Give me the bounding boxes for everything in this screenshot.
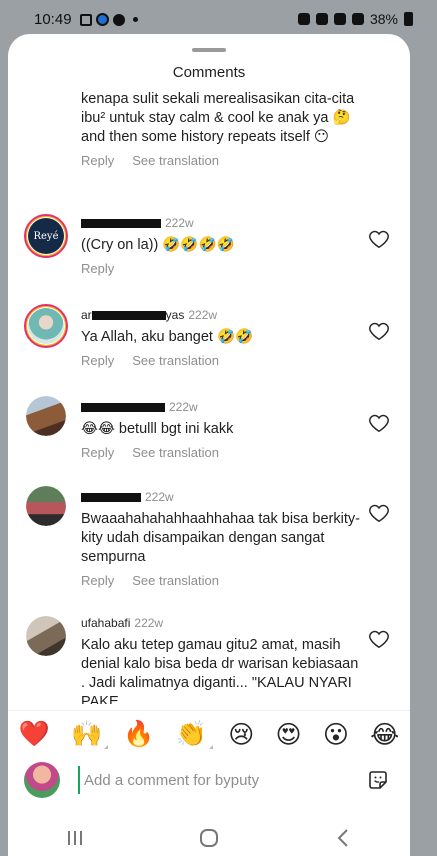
battery-icon (404, 12, 413, 26)
redacted-username (91, 311, 166, 321)
comment-time: 222w (169, 400, 198, 414)
comment-time: 222w (165, 216, 194, 230)
reaction-surprised[interactable]: 😮 (323, 720, 349, 750)
reply-button[interactable]: Reply (81, 353, 114, 368)
reaction-heart[interactable]: ❤️ (19, 720, 50, 749)
wifi-icon (333, 13, 346, 25)
comment-body: kenapa sulit sekali merealisasikan cita-… (81, 92, 361, 168)
comment-text: kenapa sulit sekali merealisasikan cita-… (81, 92, 355, 145)
sheet-title: Comments (172, 64, 246, 81)
home-button[interactable] (189, 826, 229, 850)
comment-username[interactable]: 222w (81, 216, 361, 232)
reaction-laughing[interactable]: 😂 (370, 720, 399, 750)
reply-button[interactable]: Reply (81, 261, 114, 276)
see-translation-button[interactable]: See translation (132, 445, 219, 460)
comment-body: ufahabafi 222w Kalo aku tetep gamau gitu2… (81, 616, 361, 704)
comment-username[interactable]: ar yas 222w (81, 308, 361, 324)
avatar[interactable] (26, 396, 66, 436)
my-avatar (24, 762, 60, 798)
reaction-heart-eyes[interactable]: 😍 (276, 720, 302, 750)
comment-input[interactable] (78, 766, 338, 794)
home-icon (200, 829, 218, 847)
comment-composer (8, 760, 410, 800)
heart-outline-icon[interactable] (368, 502, 390, 524)
comment-time: 222w (145, 490, 174, 504)
comment-username[interactable]: ufahabafi 222w (81, 616, 361, 632)
comments-sheet: Comments kenapa sulit sekali merealisasi… (8, 34, 410, 856)
reaction-fire[interactable]: 🔥 (123, 720, 154, 749)
comment-body: 222w 😂😂 betulll bgt ini kakk Reply See t… (81, 400, 361, 460)
redacted-username (81, 403, 165, 413)
battery-percentage: 38% (369, 11, 398, 27)
reaction-raised-hands[interactable]: 🙌 (71, 720, 109, 749)
comment-username-text: ufahabafi (81, 616, 131, 630)
reaction-clap[interactable]: 👏 (175, 720, 213, 749)
system-navigation-bar (8, 820, 410, 856)
comment-actions: Reply See translation (81, 353, 361, 368)
reply-button[interactable]: Reply (81, 153, 114, 168)
reaction-clap-glyph: 👏 (175, 720, 207, 748)
status-notification-icons (80, 13, 138, 26)
quick-reaction-bar: ❤️ 🙌 🔥 👏 😢 😍 😮 😂 (8, 710, 410, 758)
heart-outline-icon[interactable] (368, 320, 390, 342)
signal-icon (351, 13, 364, 25)
recent-apps-icon (68, 831, 82, 845)
comment-username[interactable]: 222w (81, 490, 361, 506)
comment-body: 222w Bwaaahahahahhaahhahaa tak bisa berk… (81, 490, 361, 588)
comment-text: Bwaaahahahahhaahhahaa tak bisa berkity-k… (81, 511, 360, 565)
reply-button[interactable]: Reply (81, 573, 114, 588)
comment-actions: Reply See translation (81, 153, 361, 168)
comment-actions: Reply (81, 261, 361, 276)
comment-body: 222w ((Cry on la)) 🤣🤣🤣🤣 Reply (81, 216, 361, 276)
redacted-username (81, 219, 161, 229)
gallery-notification-icon (80, 13, 92, 26)
messenger-notification-icon (96, 13, 109, 26)
see-translation-button[interactable]: See translation (132, 153, 219, 168)
reaction-crying[interactable]: 😢 (228, 720, 254, 750)
see-translation-button[interactable]: See translation (132, 573, 219, 588)
username-suffix: yas (165, 308, 185, 322)
comment-text: 😂😂 betulll bgt ini kakk (81, 421, 234, 437)
comment-time: 222w (134, 616, 164, 630)
skin-tone-indicator-icon (104, 745, 109, 749)
comment-list[interactable]: kenapa sulit sekali merealisasikan cita-… (8, 92, 410, 704)
status-system-icons: 38% (297, 11, 413, 27)
redacted-username (81, 493, 141, 503)
reaction-raised-hands-glyph: 🙌 (71, 720, 103, 748)
back-button[interactable] (323, 826, 363, 850)
comment-actions: Reply See translation (81, 573, 361, 588)
heart-outline-icon[interactable] (368, 228, 390, 250)
status-time: 10:49 (34, 11, 72, 28)
silent-icon (315, 13, 328, 25)
username-prefix: ar (81, 308, 92, 322)
avatar[interactable] (24, 304, 68, 348)
sticker-icon[interactable] (366, 768, 390, 792)
avatar[interactable] (26, 616, 66, 656)
comment-time: 222w (188, 308, 218, 322)
skin-tone-indicator-icon (208, 745, 213, 749)
comment-text: Kalo aku tetep gamau gitu2 amat, masih d… (81, 637, 359, 704)
comment-body: ar yas 222w Ya Allah, aku banget 🤣🤣 Reply … (81, 308, 361, 368)
back-icon (337, 829, 348, 847)
heart-outline-icon[interactable] (368, 412, 390, 434)
comment-username[interactable]: 222w (81, 400, 361, 416)
more-notifications-icon (133, 17, 138, 22)
avatar[interactable] (26, 486, 66, 526)
alarm-icon (297, 13, 310, 25)
avatar[interactable]: Reyé (24, 214, 68, 258)
see-translation-button[interactable]: See translation (132, 353, 219, 368)
comment-text: ((Cry on la)) 🤣🤣🤣🤣 (81, 237, 235, 253)
heart-outline-icon[interactable] (368, 628, 390, 650)
recent-apps-button[interactable] (55, 826, 95, 850)
comment-actions: Reply See translation (81, 445, 361, 460)
account-notification-icon (113, 13, 125, 26)
drag-handle[interactable] (192, 48, 226, 52)
reply-button[interactable]: Reply (81, 445, 114, 460)
comment-text: Ya Allah, aku banget 🤣🤣 (81, 329, 254, 345)
